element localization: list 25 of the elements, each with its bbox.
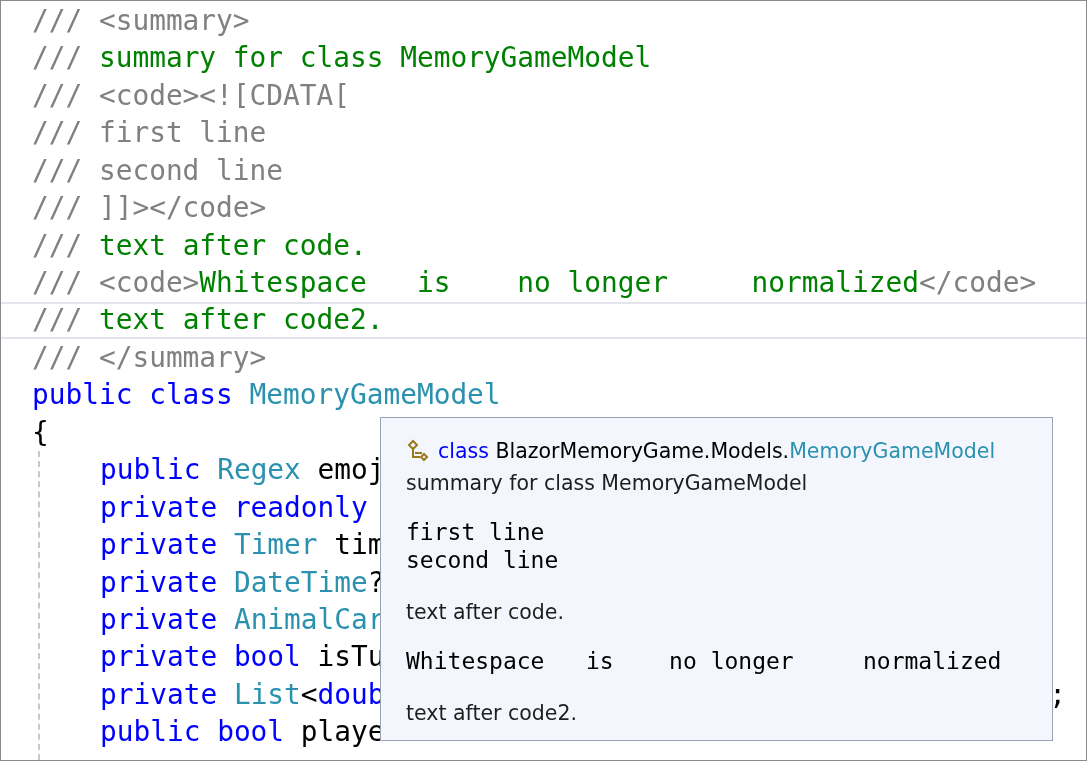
description-text: summary for class MemoryGameModel bbox=[406, 470, 808, 497]
code-line: ; bbox=[1049, 676, 1066, 713]
code-line: /// <code>Whitespace is no longer normalized</code> bbox=[32, 265, 1037, 302]
code-line: public Regex emoj bbox=[100, 452, 385, 489]
code-text: second line bbox=[406, 546, 559, 574]
code-line: public bool playe bbox=[100, 714, 385, 751]
description-text: text after code. bbox=[406, 599, 564, 626]
code-line: /// summary for class MemoryGameModel bbox=[32, 40, 652, 77]
code-line: /// text after code. bbox=[32, 227, 367, 264]
code-line: /// text after code2. bbox=[32, 303, 384, 337]
code-line: /// first line bbox=[32, 115, 267, 152]
code-line: /// </summary> bbox=[32, 339, 267, 376]
code-line: private AnimalCar bbox=[100, 602, 385, 638]
code-line: /// <code><![CDATA[ bbox=[32, 77, 350, 114]
code-line: /// second line bbox=[32, 152, 284, 189]
description-text: text after code2. bbox=[406, 700, 577, 727]
class-icon bbox=[406, 439, 430, 463]
code-line: { bbox=[32, 414, 49, 451]
code-line: public class MemoryGameModel bbox=[32, 377, 501, 414]
class-signature: class BlazorMemoryGame.Models.MemoryGameModel bbox=[438, 439, 996, 463]
code-text: first line bbox=[406, 518, 545, 546]
code-line: /// ]]></code> bbox=[32, 190, 267, 227]
code-text: Whitespace is no longer normalized bbox=[406, 647, 1002, 675]
code-line: /// <summary> bbox=[32, 3, 250, 39]
code-line: private readonly bbox=[100, 489, 368, 526]
